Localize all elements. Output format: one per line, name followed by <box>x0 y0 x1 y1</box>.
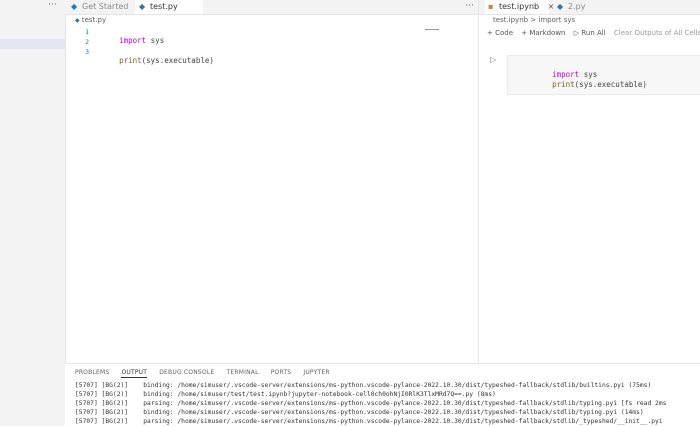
close-icon[interactable]: × <box>548 2 555 11</box>
run-cell-icon[interactable]: ▷ <box>490 55 496 64</box>
python-icon: ◆ <box>557 2 564 11</box>
tab-ports[interactable]: PORTS <box>271 369 292 376</box>
tab-output[interactable]: OUTPUT <box>121 369 148 378</box>
breadcrumb-file: test.py <box>81 16 107 24</box>
code-text: (sys.executable) <box>574 80 647 89</box>
code-text: (sys.executable) <box>141 56 214 65</box>
output-line: [5707] [BG(2)] binding: /home/simuser/te… <box>75 391 496 398</box>
keyword: import <box>119 36 147 45</box>
add-markdown-cell-button[interactable]: + Markdown <box>521 29 565 37</box>
line-number: 2 <box>85 38 89 46</box>
tab-terminal[interactable]: TERMINAL <box>227 369 259 376</box>
function-name: print <box>119 56 142 65</box>
sidebar-more-icon[interactable]: ··· <box>48 0 57 10</box>
notebook-toolbar: + Code + Markdown ▷ Run All Clear Output… <box>487 29 700 37</box>
code-text: sys <box>146 36 165 45</box>
bottom-panel: PROBLEMS OUTPUT DEBUG CONSOLE TERMINAL P… <box>65 363 700 427</box>
tab-problems[interactable]: PROBLEMS <box>75 369 109 376</box>
editor-tabs-right: ▪ test.ipynb × ◆ 2.py <box>479 0 700 15</box>
tab-label: Get Started <box>82 2 129 11</box>
editor-more-actions-icon[interactable]: ··· <box>465 0 474 12</box>
code-editor[interactable]: 1 2 3 import sys print(sys.executable) <box>65 27 478 363</box>
editor-tabs-left: ◆ Get Started ◆ test.py ··· <box>65 0 478 15</box>
code-line[interactable]: print(sys.executable) <box>101 47 214 74</box>
explorer-sidebar: ··· <box>0 0 66 426</box>
run-all-button[interactable]: ▷ Run All <box>574 29 606 37</box>
clear-outputs-button[interactable]: Clear Outputs of All Cells <box>614 29 700 37</box>
output-line: [5707] [BG(2)] parsing: /home/simuser/.v… <box>75 400 667 407</box>
output-line: [5707] [BG(2)] parsing: /home/simuser/.v… <box>75 418 663 425</box>
line-number: 3 <box>85 48 89 56</box>
tab-test-py[interactable]: ◆ test.py <box>135 0 203 14</box>
python-file-icon: ◆ <box>75 17 80 24</box>
breadcrumb[interactable]: ◆ test.py <box>75 16 106 24</box>
breadcrumb[interactable]: test.ipynb > import sys <box>493 16 575 24</box>
tab-label: 2.py <box>568 2 586 11</box>
python-icon: ◆ <box>139 2 146 11</box>
notebook-code-cell[interactable]: import sys print(sys.executable) <box>507 55 700 95</box>
add-code-cell-button[interactable]: + Code <box>487 29 513 37</box>
minimap[interactable] <box>425 29 439 30</box>
tab-debug-console[interactable]: DEBUG CONSOLE <box>159 369 214 376</box>
tab-label: test.py <box>150 2 178 11</box>
tab-test-ipynb[interactable]: ▪ test.ipynb × <box>485 0 554 14</box>
tab-jupyter[interactable]: JUPYTER <box>303 369 329 376</box>
vscode-icon: ◆ <box>71 2 78 11</box>
sidebar-selected-item[interactable] <box>0 39 65 49</box>
line-number: 1 <box>85 28 89 36</box>
output-line: [5707] [BG(2)] binding: /home/simuser/.v… <box>75 382 652 389</box>
tab-get-started[interactable]: ◆ Get Started <box>71 0 135 14</box>
code-line[interactable]: print(sys.executable) <box>525 71 647 98</box>
panel-tabs: PROBLEMS OUTPUT DEBUG CONSOLE TERMINAL P… <box>75 369 340 378</box>
function-name: print <box>552 80 575 89</box>
notebook-icon: ▪ <box>488 2 494 11</box>
tab-2-py[interactable]: ◆ 2.py <box>557 0 607 14</box>
notebook-editor-group: ▪ test.ipynb × ◆ 2.py test.ipynb > import … <box>478 0 700 363</box>
tab-label: test.ipynb <box>499 2 540 11</box>
output-line: [5707] [BG(2)] binding: /home/simuser/.v… <box>75 409 644 416</box>
